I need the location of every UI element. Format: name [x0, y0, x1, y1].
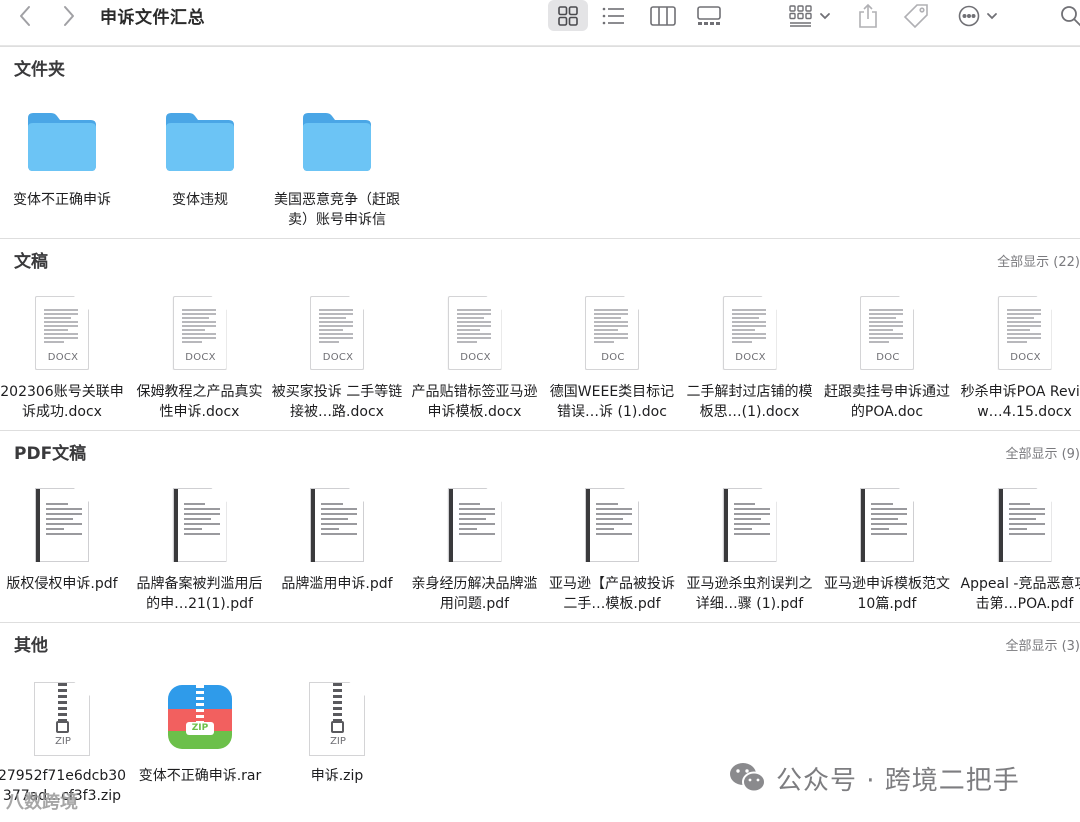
watermark-text: 公众号 · 跨境二把手: [776, 765, 1020, 796]
pdf-file-icon: [585, 488, 639, 562]
folder-icon: [28, 113, 96, 171]
file-name: Appeal -竞品恶意攻击第…POA.pdf: [960, 576, 1080, 612]
share-button[interactable]: [854, 0, 882, 32]
folder-name: 变体不正确申诉: [13, 192, 111, 208]
show-all-button[interactable]: 全部显示 (22): [997, 251, 1080, 270]
search-button[interactable]: [1056, 0, 1080, 32]
list-view-icon: [602, 7, 624, 25]
back-button[interactable]: [12, 0, 38, 32]
document-icon: DOC: [860, 296, 914, 370]
document-icon: DOCX: [997, 296, 1052, 370]
tag-button[interactable]: [900, 0, 932, 32]
document-icon: DOCX: [310, 296, 364, 370]
folder-name: 美国恶意竞争（赶跟卖）账号申诉信: [274, 192, 400, 228]
grid-view-icon: [558, 5, 578, 26]
corner-watermark: 八数跨境: [6, 792, 78, 813]
file-name: 德国WEEE类目标记错误…诉 (1).doc: [549, 384, 675, 420]
list-view-button[interactable]: [598, 0, 628, 32]
forward-button[interactable]: [56, 0, 82, 32]
zip-file-icon: ZIP: [309, 682, 365, 756]
folder-name: 变体违规: [172, 192, 228, 208]
zip-file-icon: ZIP: [34, 682, 90, 756]
document-icon: DOCX: [447, 296, 502, 370]
chevron-right-icon: [64, 6, 74, 26]
file-name: 变体不正确申诉.rar: [138, 768, 262, 784]
group-by-button[interactable]: [786, 0, 834, 32]
documents-section-header: 文稿 全部显示 (22): [0, 238, 1080, 276]
pdf-file-icon: [997, 488, 1052, 562]
file-name: 亚马逊申诉模板范文10篇.pdf: [824, 576, 950, 612]
file-name: 品牌备案被判滥用后的申…21(1).pdf: [136, 576, 263, 612]
pdf-file-icon: [447, 488, 502, 562]
gallery-view-icon: [697, 6, 721, 25]
wechat-icon: [730, 763, 766, 793]
file-name: 产品贴错标签亚马逊申诉模板.docx: [411, 384, 538, 420]
folders-section-header: 文件夹: [0, 46, 1080, 84]
icon-view-button[interactable]: [548, 0, 588, 31]
file-name: 亚马逊杀虫剂误判之详细…骤 (1).pdf: [686, 576, 813, 612]
search-icon: [1061, 6, 1080, 27]
show-all-button[interactable]: 全部显示 (3): [1005, 635, 1080, 654]
document-icon: DOCX: [35, 296, 89, 370]
folder-icon: [303, 113, 371, 171]
chevron-left-icon: [20, 6, 30, 26]
more-actions-button[interactable]: [954, 0, 1002, 32]
tag-icon: [903, 4, 928, 29]
file-name: 二手解封过店铺的模板思…(1).docx: [686, 384, 813, 420]
group-by-icon: [789, 5, 812, 27]
file-name: 版权侵权申诉.pdf: [6, 576, 118, 592]
chevron-down-icon: [820, 13, 830, 20]
file-name: 202306账号关联申诉成功.docx: [0, 384, 124, 420]
pdf-file-icon: [310, 488, 364, 562]
gallery-view-button[interactable]: [694, 0, 724, 32]
document-icon: DOCX: [172, 296, 227, 370]
pdf-file-icon: [35, 488, 89, 562]
pdf-file-icon: [172, 488, 227, 562]
share-icon: [859, 3, 877, 28]
wechat-watermark: 公众号 · 跨境二把手: [728, 758, 1020, 798]
window-title: 申诉文件汇总: [100, 8, 205, 28]
file-name: 保姆教程之产品真实性申诉.docx: [136, 384, 263, 420]
show-all-button[interactable]: 全部显示 (9): [1005, 443, 1080, 462]
document-icon: DOC: [585, 296, 639, 370]
file-name: 赶跟卖挂号申诉通过的POA.doc: [824, 384, 950, 420]
finder-toolbar: 申诉文件汇总: [0, 0, 1080, 46]
others-section-header: 其他 全部显示 (3): [0, 622, 1080, 660]
column-view-button[interactable]: [648, 0, 678, 32]
pdf-file-icon: [860, 488, 914, 562]
archive-app-icon: ZIP: [168, 685, 232, 749]
file-name: 秒杀申诉POA Review…4.15.docx: [960, 384, 1080, 420]
column-view-icon: [650, 6, 676, 26]
ellipsis-circle-icon: [958, 5, 980, 27]
file-name: 被买家投诉 二手等链接被…路.docx: [271, 384, 403, 420]
document-icon: DOCX: [722, 296, 777, 370]
section-title: PDF文稿: [14, 444, 87, 464]
file-name: 亲身经历解决品牌滥用问题.pdf: [411, 576, 538, 612]
file-name: 品牌滥用申诉.pdf: [281, 576, 393, 592]
file-name: 亚马逊【产品被投诉二手…模板.pdf: [549, 576, 675, 612]
file-name: 申诉.zip: [310, 768, 364, 784]
pdf-file-icon: [722, 488, 777, 562]
section-title: 其他: [14, 636, 48, 656]
folder-icon: [166, 113, 234, 171]
chevron-down-icon: [987, 13, 997, 20]
pdf-section-header: PDF文稿 全部显示 (9): [0, 430, 1080, 468]
section-title: 文稿: [14, 252, 48, 272]
section-title: 文件夹: [14, 60, 65, 80]
